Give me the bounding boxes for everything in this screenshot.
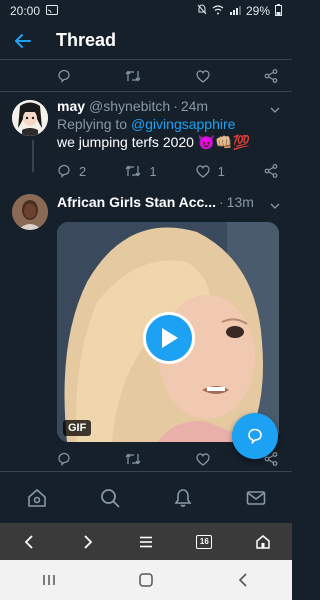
battery-icon bbox=[275, 3, 282, 19]
tweet-text: we jumping terfs 2020 😈👊🏼💯 bbox=[57, 134, 251, 150]
tweet-time[interactable]: 24m bbox=[181, 98, 208, 114]
like-count: 1 bbox=[217, 163, 225, 179]
retweet-icon bbox=[125, 70, 141, 82]
chevron-down-icon[interactable] bbox=[270, 100, 280, 118]
status-bar: 20:00 29% bbox=[0, 0, 292, 22]
like-button[interactable]: 1 bbox=[196, 164, 225, 179]
silent-icon bbox=[197, 4, 207, 18]
search-icon[interactable] bbox=[90, 478, 130, 518]
retweet-icon bbox=[125, 453, 141, 465]
reply-icon bbox=[58, 164, 70, 178]
home-icon[interactable] bbox=[17, 478, 57, 518]
play-button[interactable] bbox=[143, 312, 195, 364]
avatar[interactable] bbox=[12, 194, 48, 230]
tweet-item[interactable]: may @shynebitch · 24m Replying to @givin… bbox=[0, 92, 292, 184]
cast-icon bbox=[46, 4, 59, 18]
reply-icon bbox=[58, 69, 70, 83]
heart-icon bbox=[196, 452, 210, 466]
reply-to-link[interactable]: @givingsapphire bbox=[131, 116, 236, 132]
browser-toolbar: 16 bbox=[0, 523, 292, 560]
messages-envelope-icon[interactable] bbox=[236, 478, 276, 518]
reply-count: 2 bbox=[79, 163, 87, 179]
avatar[interactable] bbox=[12, 100, 48, 136]
reply-bubble-icon bbox=[248, 428, 262, 445]
page-title: Thread bbox=[56, 30, 117, 50]
browser-menu-icon[interactable] bbox=[131, 527, 161, 557]
battery-percent: 29% bbox=[245, 4, 270, 18]
gif-badge: GIF bbox=[63, 420, 92, 436]
system-back-icon[interactable] bbox=[228, 565, 258, 595]
thread-line bbox=[32, 140, 34, 172]
app-header: Thread bbox=[0, 22, 292, 60]
separator-dot: · bbox=[218, 194, 224, 210]
system-nav-bar bbox=[0, 560, 292, 600]
bottom-nav bbox=[0, 471, 292, 523]
browser-forward-icon[interactable] bbox=[73, 527, 103, 557]
retweet-button[interactable] bbox=[125, 452, 141, 466]
notifications-bell-icon[interactable] bbox=[163, 478, 203, 518]
like-button[interactable] bbox=[196, 452, 210, 466]
gif-media[interactable]: GIF bbox=[57, 222, 279, 442]
home-button-icon[interactable] bbox=[131, 565, 161, 595]
retweet-button[interactable]: 1 bbox=[125, 163, 157, 179]
reply-button[interactable] bbox=[57, 69, 71, 83]
play-icon bbox=[162, 328, 178, 348]
retweet-icon bbox=[125, 165, 141, 177]
separator-dot: · bbox=[173, 98, 178, 114]
browser-back-icon[interactable] bbox=[14, 527, 44, 557]
reply-icon bbox=[58, 452, 70, 466]
status-time: 20:00 bbox=[10, 4, 41, 18]
recent-apps-icon[interactable] bbox=[34, 565, 64, 595]
tweet-time[interactable]: 13m bbox=[227, 194, 254, 210]
compose-reply-button[interactable] bbox=[232, 413, 278, 459]
share-icon bbox=[264, 164, 278, 178]
browser-home-icon[interactable] bbox=[248, 527, 278, 557]
author-name[interactable]: may bbox=[57, 98, 85, 114]
retweet-count: 1 bbox=[149, 163, 157, 179]
reply-button[interactable]: 2 bbox=[57, 164, 86, 179]
browser-tabs-button[interactable]: 16 bbox=[189, 527, 219, 557]
share-icon bbox=[264, 69, 278, 83]
tab-count: 16 bbox=[196, 534, 213, 549]
heart-icon bbox=[196, 69, 210, 83]
chevron-down-icon[interactable] bbox=[270, 196, 280, 214]
reply-context: Replying to @givingsapphire bbox=[57, 116, 280, 132]
like-button[interactable] bbox=[196, 69, 210, 83]
wifi-icon bbox=[212, 4, 224, 18]
heart-icon bbox=[196, 164, 210, 178]
share-button[interactable] bbox=[264, 164, 278, 178]
tweet-actions: 2 1 1 bbox=[57, 162, 278, 180]
share-button[interactable] bbox=[264, 69, 278, 83]
author-handle[interactable]: @shynebitch bbox=[89, 98, 170, 114]
author-name[interactable]: African Girls Stan Acc... bbox=[57, 194, 216, 210]
previous-tweet-actions bbox=[0, 60, 292, 92]
reply-prefix: Replying to bbox=[57, 116, 128, 132]
retweet-button[interactable] bbox=[125, 69, 141, 83]
back-arrow-icon[interactable] bbox=[12, 30, 34, 52]
reply-button[interactable] bbox=[57, 452, 71, 466]
signal-icon bbox=[229, 4, 241, 18]
